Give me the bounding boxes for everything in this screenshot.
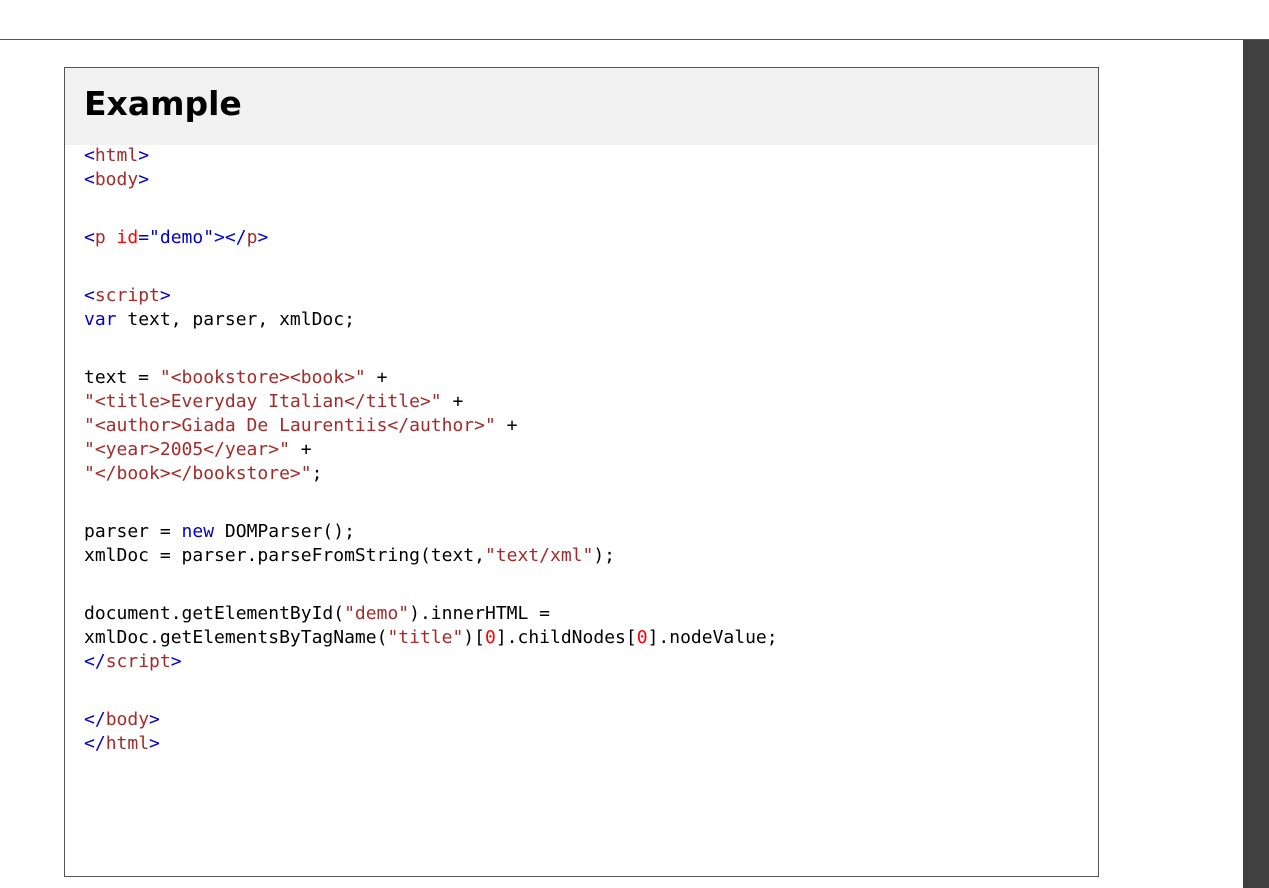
- code-token: </: [84, 709, 106, 730]
- code-token: "</book></bookstore>": [84, 463, 312, 484]
- code-token: p: [94, 227, 106, 248]
- code-token: xmlDoc = parser.parseFromString(text,: [84, 545, 485, 566]
- code-token: "text/xml": [484, 545, 594, 566]
- code-token: >: [257, 227, 269, 248]
- code-token: >: [138, 145, 150, 166]
- code-token: >: [149, 709, 160, 730]
- code-token: <: [84, 285, 95, 306]
- code-line: text = "<bookstore><book>" +: [84, 366, 778, 390]
- code-token: DOMParser();: [214, 521, 355, 542]
- code-line: </html>: [84, 732, 778, 756]
- code-line: "<year>2005</year>" +: [84, 438, 778, 462]
- code-line: parser = new DOMParser();: [84, 520, 778, 544]
- code-line: "<author>Giada De Laurentiis</author>" +: [84, 414, 778, 438]
- code-line: var text, parser, xmlDoc;: [84, 308, 778, 332]
- code-line: "</book></bookstore>";: [84, 462, 778, 486]
- code-token: parser =: [84, 521, 182, 542]
- code-token: +: [289, 439, 312, 460]
- code-token: html: [94, 145, 139, 166]
- code-line: document.getElementById("demo").innerHTM…: [84, 602, 778, 626]
- code-token: "<author>Giada De Laurentiis</author>": [84, 415, 496, 436]
- example-container: Example <html> <body> <p id="demo"></p> <sc…: [64, 67, 1099, 877]
- example-title: Example: [84, 84, 242, 123]
- code-token: <: [84, 227, 95, 248]
- code-line: </script>: [84, 650, 778, 674]
- code-line: </body>: [84, 708, 778, 732]
- code-token: +: [365, 367, 388, 388]
- code-token: +: [441, 391, 464, 412]
- code-line: <script>: [84, 284, 778, 308]
- code-token: 0: [484, 627, 496, 648]
- code-token: id: [105, 227, 139, 248]
- code-token: >: [149, 733, 160, 754]
- code-line: xmlDoc = parser.parseFromString(text,"te…: [84, 544, 778, 568]
- code-token: </: [84, 651, 106, 672]
- code-token: "<bookstore><book>": [159, 367, 366, 388]
- code-token: body: [94, 169, 139, 190]
- code-token: >: [170, 651, 182, 672]
- code-token: body: [105, 709, 150, 730]
- example-header: Example: [65, 68, 1098, 145]
- code-token: "demo": [344, 603, 410, 624]
- code-token: ="demo">: [138, 227, 225, 248]
- code-token: )[: [463, 627, 485, 648]
- code-token: </: [224, 227, 247, 248]
- code-token: text =: [84, 367, 160, 388]
- code-token: 0: [636, 627, 648, 648]
- code-token: ].childNodes[: [495, 627, 637, 648]
- code-token: <: [84, 145, 95, 166]
- code-line: <html>: [84, 144, 778, 168]
- code-line: "<title>Everyday Italian</title>" +: [84, 390, 778, 414]
- code-token: "<year>2005</year>": [84, 439, 290, 460]
- code-token: );: [593, 545, 616, 566]
- code-token: var: [84, 309, 117, 330]
- code-token: p: [246, 227, 258, 248]
- code-token: ;: [311, 463, 323, 484]
- code-token: xmlDoc.getElementsByTagName(: [84, 627, 388, 648]
- code-token: >: [159, 285, 171, 306]
- code-line: <p id="demo"></p>: [84, 226, 778, 250]
- code-token: text, parser, xmlDoc;: [116, 309, 355, 330]
- code-block: <html> <body> <p id="demo"></p> <script> var…: [84, 144, 778, 756]
- code-token: document.getElementById(: [84, 603, 345, 624]
- code-token: "<title>Everyday Italian</title>": [84, 391, 442, 412]
- code-token: <: [84, 169, 95, 190]
- code-token: >: [138, 169, 150, 190]
- vertical-scrollbar[interactable]: [1243, 40, 1269, 888]
- code-token: +: [495, 415, 518, 436]
- code-line: xmlDoc.getElementsByTagName("title")[0].…: [84, 626, 778, 650]
- code-token: new: [181, 521, 215, 542]
- code-token: script: [94, 285, 160, 306]
- top-divider: [0, 39, 1269, 40]
- code-token: </: [84, 733, 106, 754]
- code-token: script: [105, 651, 171, 672]
- code-token: html: [105, 733, 150, 754]
- code-line: <body>: [84, 168, 778, 192]
- code-token: "title": [387, 627, 464, 648]
- code-token: ].nodeValue;: [647, 627, 778, 648]
- code-token: ).innerHTML =: [409, 603, 551, 624]
